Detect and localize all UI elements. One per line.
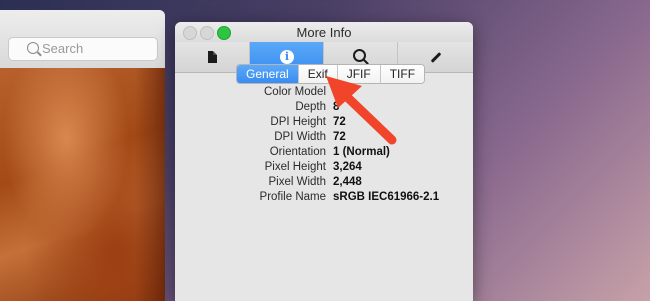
annotation-arrow [326, 76, 397, 145]
arrow-icon [326, 76, 397, 145]
